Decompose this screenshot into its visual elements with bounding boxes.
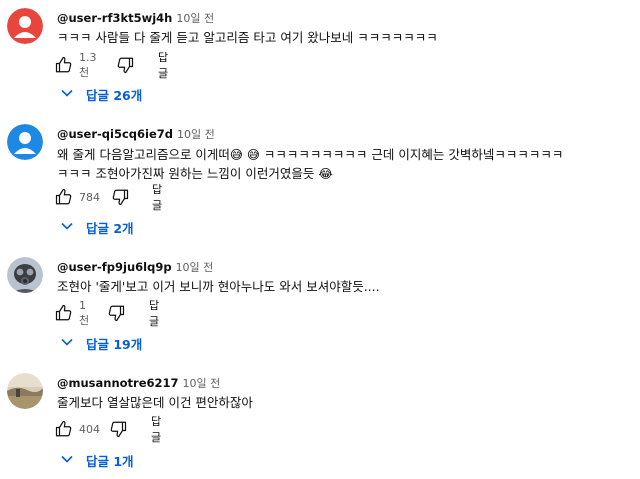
reply-button[interactable]: 답글	[158, 51, 168, 80]
like-count: 404	[79, 422, 100, 436]
thumbs-down-icon	[111, 188, 129, 206]
reply-button[interactable]: 답글	[149, 299, 159, 328]
view-replies-button[interactable]: 답글 1개	[60, 450, 134, 470]
comment-line: 조현아 '줄게'보고 이거 보니까 현아누나도 와서 보셔야할듯....	[57, 279, 380, 294]
author-name[interactable]: @musannotre6217	[57, 376, 179, 390]
comment-text: 왜 줄게 다음알고리즘으로 이게떠😅 😅 ㅋㅋㅋㅋㅋㅋㅋㅋㅋ 근데 이지혜는 갓…	[57, 145, 563, 183]
comment-header: @user-fp9ju6lq9p 10일 전	[57, 259, 213, 275]
timestamp[interactable]: 10일 전	[176, 261, 214, 274]
view-replies-button[interactable]: 답글 26개	[60, 84, 142, 104]
like-count: 1.3천	[79, 50, 97, 79]
author-name[interactable]: @user-fp9ju6lq9p	[57, 260, 172, 274]
thumbs-up-icon	[55, 188, 73, 206]
like-button[interactable]: 784	[55, 187, 100, 207]
thumbs-up-icon	[55, 56, 73, 74]
timestamp[interactable]: 10일 전	[183, 377, 221, 390]
thumbs-up-icon	[55, 420, 73, 438]
avatar[interactable]	[7, 8, 43, 44]
dislike-button[interactable]	[107, 303, 125, 323]
comment-text: 줄게보다 열살많은데 이건 편안하잖아	[57, 393, 253, 412]
comment-text: ㅋㅋㅋ 사람들 다 줄게 듣고 알고리즘 타고 여기 왔나보네 ㅋㅋㅋㅋㅋㅋㅋ	[57, 28, 438, 47]
view-replies-button[interactable]: 답글 19개	[60, 333, 142, 353]
like-count: 1천	[79, 298, 90, 327]
comment-line: ㅋㅋㅋ 사람들 다 줄게 듣고 알고리즘 타고 여기 왔나보네 ㅋㅋㅋㅋㅋㅋㅋ	[57, 30, 438, 45]
thumbs-down-icon	[107, 304, 125, 322]
timestamp[interactable]: 10일 전	[176, 12, 214, 25]
dislike-button[interactable]	[116, 55, 134, 75]
comment-line: 왜 줄게 다음알고리즘으로 이게떠😅 😅 ㅋㅋㅋㅋㅋㅋㅋㅋㅋ 근데 이지혜는 갓…	[57, 147, 564, 162]
reply-button[interactable]: 답글	[151, 415, 161, 444]
author-name[interactable]: @user-rf3kt5wj4h	[57, 11, 172, 25]
like-button[interactable]: 1천	[55, 299, 89, 327]
comment-header: @musannotre6217 10일 전	[57, 375, 220, 391]
dislike-button[interactable]	[111, 187, 129, 207]
thumbs-up-icon	[55, 304, 73, 322]
comment-line: ㅋㅋㅋ 조현아가진짜 원하는 느낌이 이런거였을듯 😂	[57, 166, 333, 181]
chevron-down-icon	[60, 334, 74, 353]
comment-text: 조현아 '줄게'보고 이거 보니까 현아누나도 와서 보셔야할듯....	[57, 277, 380, 296]
view-replies-button[interactable]: 답글 2개	[60, 217, 134, 237]
reply-button[interactable]: 답글	[152, 183, 162, 212]
comment-line: 줄게보다 열살많은데 이건 편안하잖아	[57, 395, 253, 410]
author-name[interactable]: @user-qi5cq6ie7d	[57, 127, 173, 141]
dislike-button[interactable]	[109, 419, 127, 439]
replies-count-label: 답글 1개	[86, 453, 134, 469]
chevron-down-icon	[60, 218, 74, 237]
replies-count-label: 답글 19개	[86, 336, 143, 352]
thumbs-down-icon	[116, 56, 134, 74]
avatar[interactable]	[7, 124, 43, 160]
comment-header: @user-rf3kt5wj4h 10일 전	[57, 10, 214, 26]
like-count: 784	[79, 190, 100, 204]
comment-header: @user-qi5cq6ie7d 10일 전	[57, 126, 215, 142]
replies-count-label: 답글 26개	[86, 87, 143, 103]
thumbs-down-icon	[109, 420, 127, 438]
avatar[interactable]	[7, 373, 43, 409]
like-button[interactable]: 404	[55, 419, 100, 439]
like-button[interactable]: 1.3천	[55, 51, 97, 79]
chevron-down-icon	[60, 85, 74, 104]
chevron-down-icon	[60, 451, 74, 470]
replies-count-label: 답글 2개	[86, 220, 134, 236]
avatar[interactable]	[7, 257, 43, 293]
timestamp[interactable]: 10일 전	[177, 128, 215, 141]
